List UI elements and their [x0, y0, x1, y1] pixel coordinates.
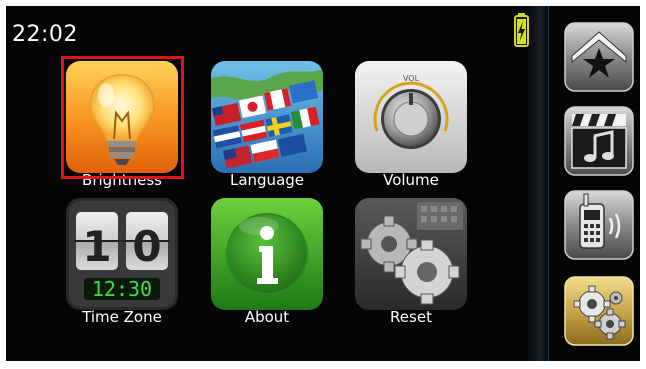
time-zone-clock-text: 12:30 [92, 277, 152, 301]
status-time: 22:02 [12, 22, 78, 47]
menu-item-volume[interactable]: VOL Volume [347, 61, 475, 189]
media-clapper-music-icon [564, 106, 634, 176]
svg-text:0: 0 [132, 222, 161, 271]
volume-knob-text: VOL [403, 74, 420, 83]
svg-text:1: 1 [82, 222, 111, 271]
reset-gears-icon [355, 198, 467, 310]
menu-item-label: About [244, 308, 290, 326]
device-screen: 22:02 Brightness Language VOL Volume 1 0… [6, 6, 640, 361]
menu-item-label: Reset [390, 308, 432, 326]
menu-item-label: Language [229, 171, 305, 189]
menu-item-label: Volume [383, 171, 439, 189]
sidebar-button-settings[interactable] [564, 276, 634, 346]
info-icon [211, 198, 323, 310]
star-icon [564, 22, 634, 92]
sidebar-divider-glow [526, 6, 550, 361]
flip-clock-icon: 1 0 12:30 [66, 198, 178, 310]
sidebar-divider [548, 6, 549, 361]
settings-gears-icon [564, 276, 634, 346]
phone-icon [564, 190, 634, 260]
sidebar-button-phone[interactable] [564, 190, 634, 260]
sidebar-button-favorites[interactable] [564, 22, 634, 92]
menu-item-reset[interactable]: Reset [347, 198, 475, 326]
menu-item-language[interactable]: Language [203, 61, 331, 189]
volume-knob-icon: VOL [355, 61, 467, 173]
language-flags-icon [211, 61, 323, 173]
menu-item-time-zone[interactable]: 1 0 12:30 Time Zone [58, 198, 186, 326]
sidebar-button-media[interactable] [564, 106, 634, 176]
menu-item-about[interactable]: About [203, 198, 331, 326]
selection-highlight [61, 56, 184, 179]
menu-item-label: Time Zone [82, 308, 162, 326]
